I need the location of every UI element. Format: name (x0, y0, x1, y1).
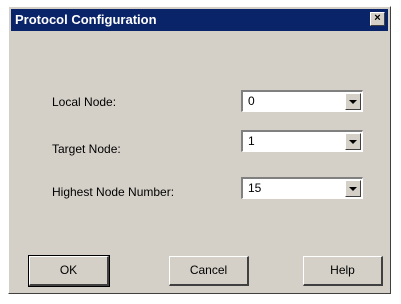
chevron-down-icon[interactable] (345, 133, 361, 150)
target-node-value: 1 (248, 134, 255, 148)
local-node-select[interactable]: 0 (241, 90, 363, 112)
cancel-button[interactable]: Cancel (169, 256, 249, 286)
local-node-label: Local Node: (52, 95, 117, 109)
title-bar: Protocol Configuration × (11, 9, 388, 31)
window-title: Protocol Configuration (15, 12, 157, 27)
chevron-down-icon[interactable] (345, 93, 361, 110)
protocol-configuration-dialog: Protocol Configuration × Local Node: 0 T… (8, 6, 391, 294)
target-node-label: Target Node: (52, 142, 121, 156)
highest-node-number-label: Highest Node Number: (52, 185, 175, 199)
highest-node-number-value: 15 (248, 181, 262, 195)
ok-button[interactable]: OK (28, 255, 110, 287)
target-node-select[interactable]: 1 (241, 130, 363, 152)
local-node-value: 0 (248, 94, 255, 108)
close-icon: × (374, 12, 381, 24)
chevron-down-icon[interactable] (345, 180, 361, 197)
help-button[interactable]: Help (303, 256, 383, 286)
highest-node-number-select[interactable]: 15 (241, 177, 363, 199)
close-button[interactable]: × (370, 12, 385, 26)
